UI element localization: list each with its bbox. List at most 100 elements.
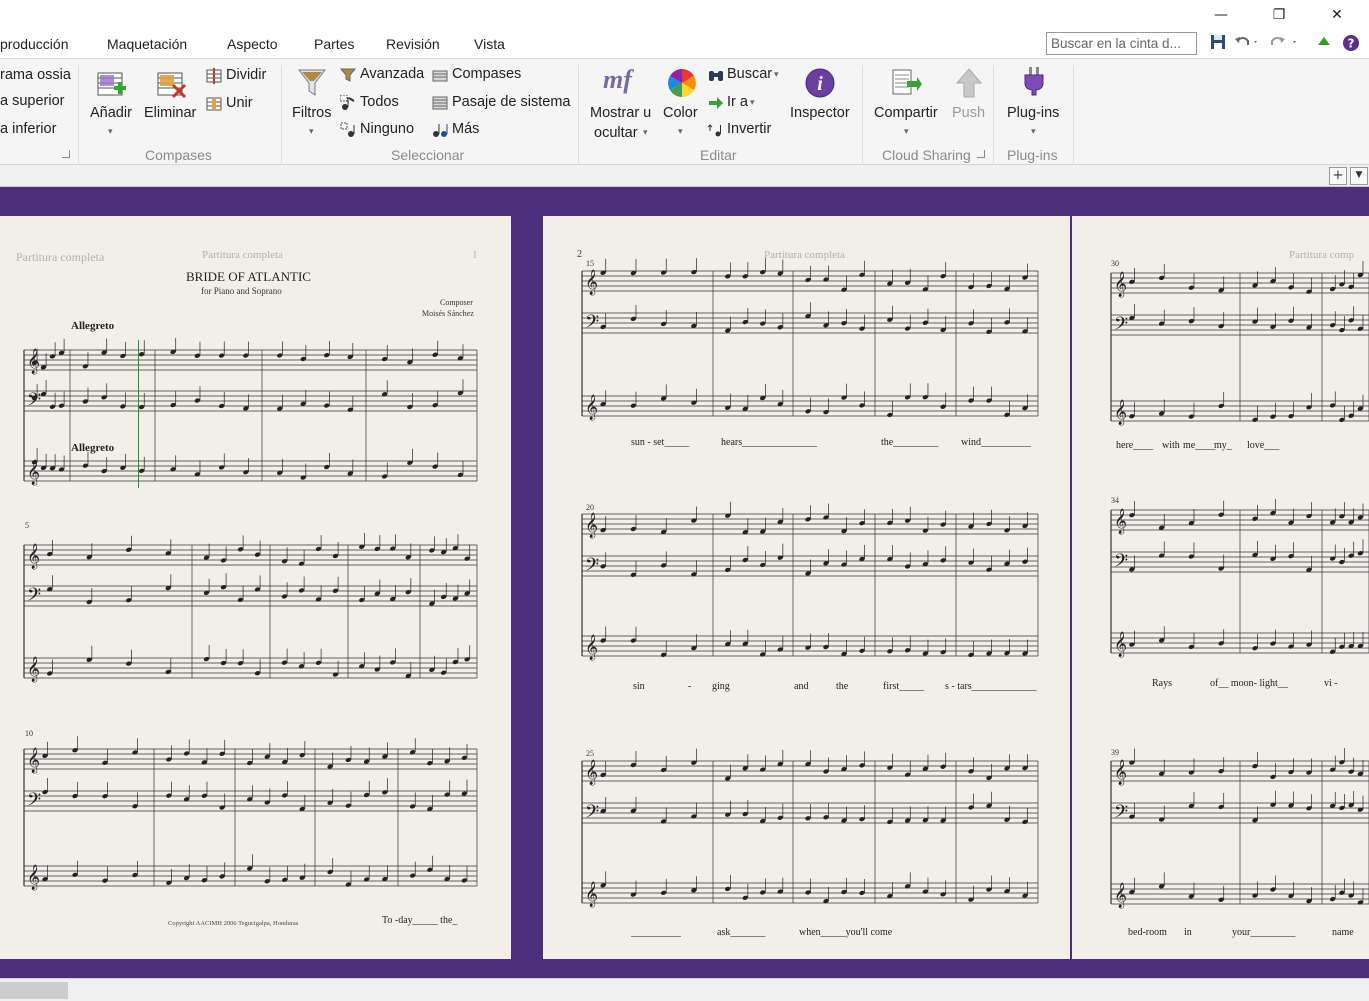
split-bar-button[interactable]: Dividir	[226, 67, 266, 83]
group-label-cloud-sharing: Cloud Sharing	[882, 147, 971, 163]
inspector-icon: i	[805, 68, 835, 98]
tab-partes[interactable]: Partes	[314, 36, 354, 52]
group-launcher-ossia[interactable]	[62, 150, 70, 158]
goto-caret[interactable]: ▾	[750, 98, 755, 108]
lyric-syllable: the_________	[881, 437, 939, 448]
score-page-1[interactable]: 𝄞 𝄢 𝄞 𝄞 𝄢 𝄞 𝄞 𝄢 𝄞 Partitura completa Partitura c…	[0, 216, 511, 959]
plugins-caret[interactable]: ▾	[1031, 127, 1036, 137]
group-separator	[578, 65, 579, 163]
clef: 𝄞	[27, 747, 40, 773]
system-passage-icon	[432, 96, 448, 110]
plugin-icon	[1024, 67, 1044, 96]
show-hide-button[interactable]: Mostrar u	[590, 105, 651, 121]
tab-menu-button[interactable]: ▼	[1350, 167, 1368, 185]
select-all-button[interactable]: Todos	[360, 94, 399, 110]
clef: 𝄞	[1114, 631, 1127, 657]
restore-button[interactable]: ❐	[1256, 0, 1302, 30]
svg-text:?: ?	[1348, 37, 1355, 51]
ossia-staff-item[interactable]: rama ossia	[0, 67, 71, 83]
plugins-button[interactable]: Plug-ins	[1007, 105, 1059, 121]
minimize-button[interactable]: —	[1198, 0, 1244, 30]
tab-maquetacion[interactable]: Maquetación	[107, 36, 187, 52]
join-bar-button[interactable]: Unir	[226, 95, 253, 111]
ribbon-search-input[interactable]: Buscar en la cinta d...	[1046, 32, 1197, 55]
lyric-syllable: your_________	[1232, 927, 1296, 938]
inspector-button[interactable]: Inspector	[790, 105, 850, 121]
score-page-2[interactable]: 𝄞 𝄢 𝄞 𝄞 𝄢 𝄞 𝄞 𝄢 𝄞 Partitura completa 2 15 20 25 …	[543, 216, 1070, 959]
score-view[interactable]: 𝄞 𝄢 𝄞 𝄞 𝄢 𝄞 𝄞 𝄢 𝄞 Partitura completa Partitura c…	[0, 187, 1369, 978]
delete-bar-button[interactable]: Eliminar	[144, 105, 196, 121]
clef: 𝄞	[1114, 759, 1127, 785]
binoculars-icon	[709, 71, 723, 81]
lyric-syllable: Rays	[1152, 678, 1172, 689]
add-bar-caret[interactable]: ▾	[108, 127, 113, 137]
horizontal-scrollbar[interactable]	[0, 978, 1369, 1001]
advanced-filter-button[interactable]: Avanzada	[360, 66, 424, 82]
select-none-button[interactable]: Ninguno	[360, 121, 414, 137]
minimize-ribbon-icon[interactable]	[1317, 34, 1331, 52]
group-launcher-cloud[interactable]	[977, 150, 985, 158]
score-subtitle: for Piano and Soprano	[201, 286, 282, 296]
undo-icon[interactable]	[1234, 34, 1260, 52]
add-bar-button[interactable]: Añadir	[90, 105, 132, 121]
push-button[interactable]: Push	[952, 105, 985, 121]
color-button[interactable]: Color	[663, 105, 698, 121]
group-separator	[862, 65, 863, 163]
scrollbar-thumb[interactable]	[0, 982, 68, 999]
help-icon[interactable]: ?	[1342, 34, 1360, 52]
redo-icon[interactable]	[1270, 34, 1300, 52]
invert-button[interactable]: Invertir	[727, 121, 771, 137]
clef: 𝄢	[585, 802, 599, 827]
color-caret[interactable]: ▾	[678, 127, 683, 137]
page-header-center: Partitura completa	[202, 249, 283, 261]
group-label-plugins: Plug-ins	[1007, 147, 1058, 163]
share-caret[interactable]: ▾	[904, 127, 909, 137]
group-separator	[281, 65, 282, 163]
group-separator	[1073, 65, 1074, 163]
score-page-3[interactable]: 𝄞 𝄢 𝄞 𝄞 𝄢 𝄞 𝄞 𝄢 𝄞 Partitura comp 30 34 39 here__…	[1072, 216, 1369, 959]
lyric-syllable: in	[1184, 927, 1192, 938]
clef: 𝄞	[585, 759, 598, 785]
measure-number-10: 10	[25, 729, 33, 738]
filters-caret[interactable]: ▾	[309, 127, 314, 137]
lyric-syllable: sin	[633, 681, 645, 692]
sibelius-window: — ❐ ✕ producción Maquetación Aspecto Par…	[0, 0, 1369, 1001]
save-icon[interactable]	[1210, 34, 1226, 52]
more-select-button[interactable]: Más	[452, 121, 479, 137]
filters-button[interactable]: Filtros	[292, 105, 331, 121]
select-bars-icon	[432, 70, 448, 82]
show-hide-button-line2[interactable]: ocultar	[594, 125, 638, 141]
tab-revision[interactable]: Revisión	[386, 36, 440, 52]
lyric-syllable: my_	[1214, 440, 1232, 451]
ossia-above-item[interactable]: a superior	[0, 93, 64, 109]
lyric-syllable: of__ moon- light__	[1210, 678, 1288, 689]
clef: 𝄢	[27, 390, 41, 415]
clef: 𝄞	[27, 864, 40, 890]
measure-number-34: 34	[1111, 496, 1119, 505]
advanced-filter-icon	[340, 68, 356, 82]
lyric-syllable: with	[1162, 440, 1180, 451]
system-passage-button[interactable]: Pasaje de sistema	[452, 94, 570, 110]
ossia-below-item[interactable]: a inferior	[0, 121, 56, 137]
find-caret[interactable]: ▾	[774, 70, 779, 80]
clef: 𝄞	[27, 459, 40, 485]
group-separator	[993, 65, 994, 163]
new-tab-button[interactable]: +	[1329, 167, 1347, 185]
tab-produccion[interactable]: producción	[0, 36, 69, 52]
svg-text:i: i	[817, 73, 823, 95]
clef: 𝄞	[585, 394, 598, 420]
clef: 𝄞	[27, 656, 40, 682]
show-hide-caret[interactable]: ▾	[643, 128, 648, 138]
clef: 𝄢	[585, 312, 599, 337]
invert-icon	[708, 124, 721, 137]
tab-vista[interactable]: Vista	[474, 36, 505, 52]
share-button[interactable]: Compartir	[874, 105, 938, 121]
clef: 𝄞	[1114, 882, 1127, 908]
tab-aspecto[interactable]: Aspecto	[227, 36, 278, 52]
playback-line[interactable]	[138, 340, 139, 488]
goto-button[interactable]: Ir a	[727, 94, 748, 110]
find-button[interactable]: Buscar	[727, 66, 772, 82]
close-button[interactable]: ✕	[1314, 0, 1360, 30]
lyrics-line: To -day_____ the_	[382, 915, 458, 926]
select-bars-button[interactable]: Compases	[452, 66, 521, 82]
